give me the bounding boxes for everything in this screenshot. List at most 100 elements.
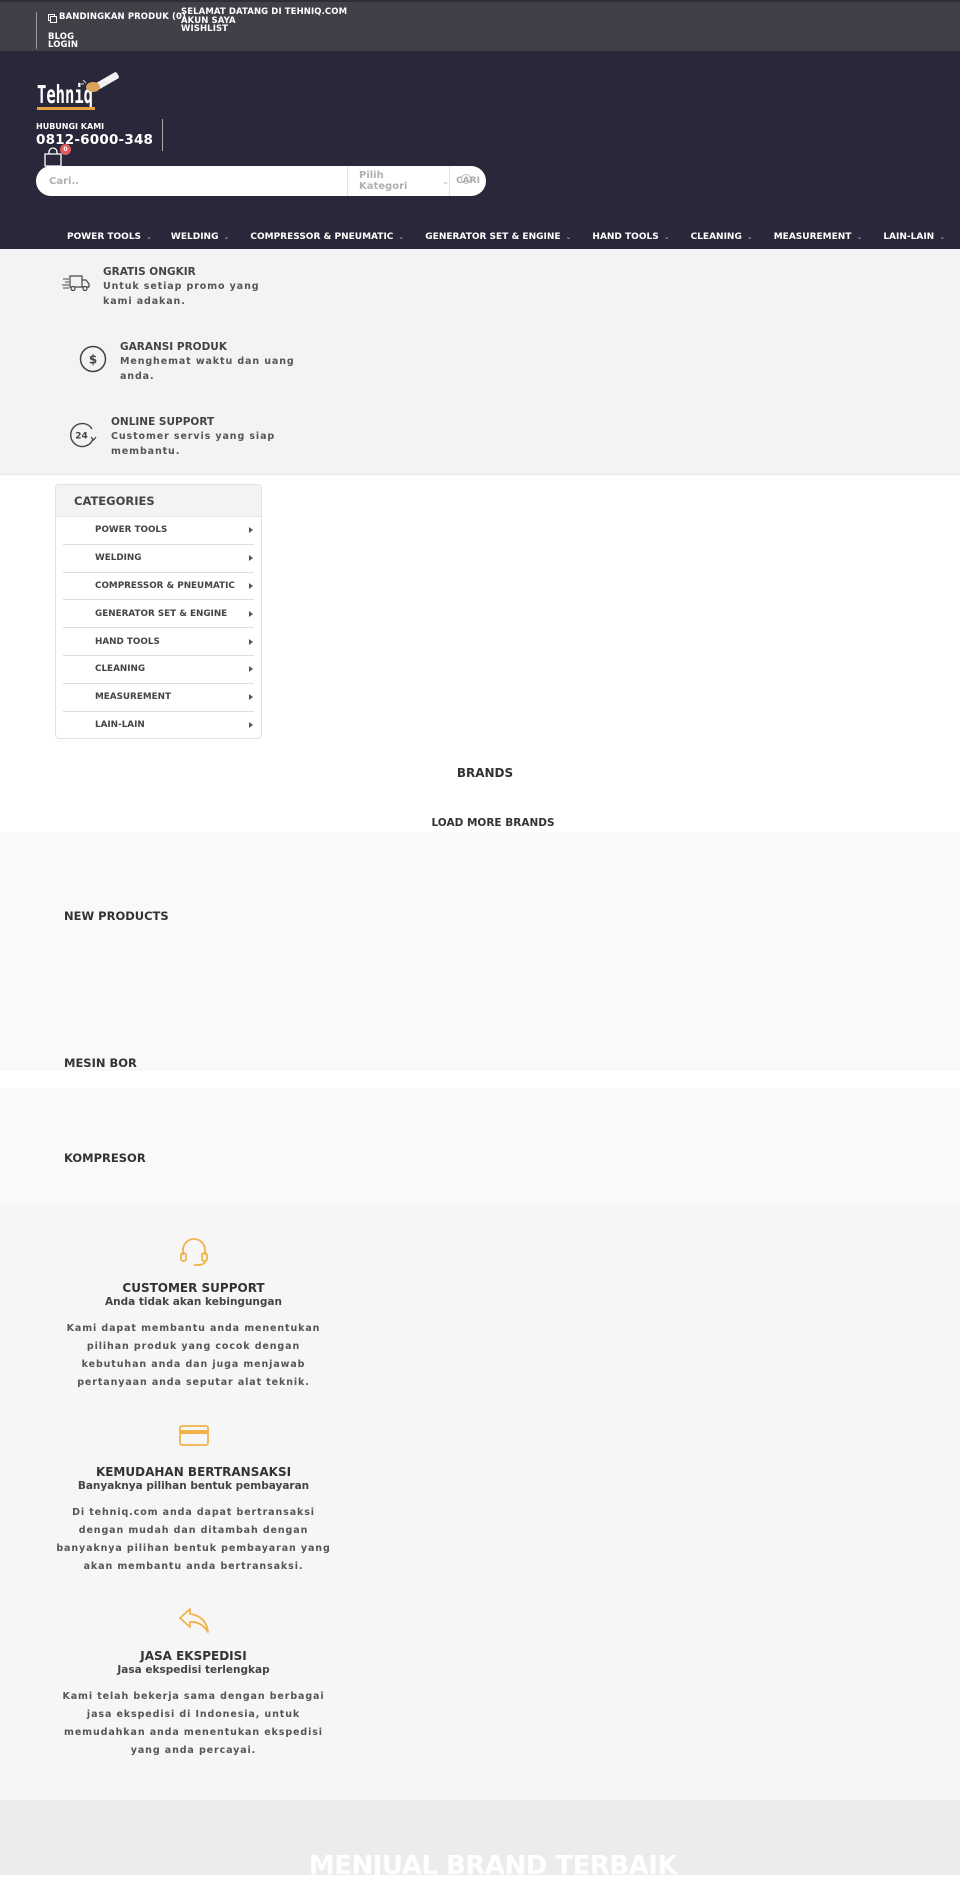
service-title: KEMUDAHAN BERTRANSAKSI — [95, 1465, 292, 1479]
caret-right-icon — [249, 610, 253, 617]
best-brands-banner: MENJUAL BRAND TERBAIK — [0, 1800, 960, 1881]
chevron-down-icon: ⌄ — [939, 232, 946, 241]
caret-right-icon — [249, 722, 253, 729]
svg-text:Tehniq: Tehniq — [37, 80, 93, 109]
nav-generator-engine[interactable]: GENERATOR SET & ENGINE ⌄ — [425, 232, 571, 242]
nav-label: CLEANING — [690, 231, 742, 242]
category-select[interactable]: Pilih Kategori ⌄ — [347, 166, 450, 196]
new-products-title: NEW PRODUCTS — [64, 909, 169, 923]
nav-power-tools[interactable]: POWER TOOLS ⌄ — [67, 232, 152, 242]
chevron-down-icon: ⌄ — [223, 232, 230, 241]
search-icon — [461, 174, 471, 184]
tehniq-logo[interactable]: Tehniq — [36, 70, 120, 114]
nav-welding[interactable]: WELDING ⌄ — [171, 232, 229, 242]
nav-compressor-pneumatic[interactable]: COMPRESSOR & PNEUMATIC ⌄ — [250, 232, 404, 242]
service-shipping: JASA EKSPEDISI Jasa ekspedisi terlengkap… — [52, 1603, 335, 1760]
feature-free-shipping: GRATIS ONGKIR Untuk setiap promo yang ka… — [103, 265, 288, 309]
nav-hand-tools[interactable]: HAND TOOLS ⌄ — [592, 232, 669, 242]
cart-count-badge: 0 — [60, 144, 71, 155]
category-item-lain-lain[interactable]: LAIN-LAIN — [63, 712, 254, 738]
svg-text:$: $ — [89, 353, 97, 367]
phone-number[interactable]: 0812-6000-348 — [36, 132, 153, 148]
kompresor-section — [0, 1088, 960, 1205]
feature-online-support: ONLINE SUPPORT Customer servis yang siap… — [111, 415, 296, 459]
header-divider — [162, 119, 163, 151]
category-label: CLEANING — [95, 664, 146, 675]
chevron-down-icon: ⌄ — [146, 232, 152, 241]
wishlist-link[interactable]: WISHLIST — [181, 25, 228, 34]
category-label: HAND TOOLS — [95, 636, 160, 647]
mesin-bor-title: MESIN BOR — [64, 1056, 137, 1070]
caret-right-icon — [249, 694, 253, 701]
caret-right-icon — [249, 666, 253, 673]
categories-panel: CATEGORIES POWER TOOLS WELDING COMPRESSO… — [55, 484, 262, 739]
top-bar-divider — [36, 12, 37, 49]
search-bar: Pilih Kategori ⌄ CARI — [36, 166, 486, 196]
service-title: JASA EKSPEDISI — [140, 1649, 247, 1663]
load-more-brands-button[interactable]: LOAD MORE BRANDS — [0, 817, 960, 829]
top-bar: BANDINGKAN PRODUK (0) BLOG LOGIN SELAMAT… — [0, 0, 960, 52]
chevron-down-icon: ⌄ — [565, 232, 572, 241]
category-item-measurement[interactable]: MEASUREMENT — [63, 684, 254, 712]
service-subtitle: Jasa ekspedisi terlengkap — [117, 1664, 270, 1676]
chevron-down-icon: ⌄ — [442, 176, 449, 186]
categories-title: CATEGORIES — [56, 485, 261, 517]
svg-text:24: 24 — [75, 432, 88, 442]
service-desc: Kami telah bekerja sama dengan berbagai … — [62, 1691, 325, 1756]
nav-label: LAIN-LAIN — [883, 231, 935, 242]
chevron-down-icon: ⌄ — [398, 232, 405, 241]
site-header: Tehniq HUBUNGI KAMI 0812-6000-348 0 Pili… — [0, 52, 960, 249]
category-item-compressor-pneumatic[interactable]: COMPRESSOR & PNEUMATIC — [63, 573, 254, 601]
category-item-generator-engine[interactable]: GENERATOR SET & ENGINE — [63, 600, 254, 629]
nav-label: POWER TOOLS — [67, 231, 142, 242]
service-subtitle: Banyaknya pilihan bentuk pembayaran — [77, 1480, 310, 1492]
service-subtitle: Anda tidak akan kebingungan — [105, 1296, 282, 1308]
chevron-down-icon: ⌄ — [663, 232, 670, 241]
feature-title: GARANSI PRODUK — [120, 341, 227, 353]
category-item-hand-tools[interactable]: HAND TOOLS — [63, 628, 254, 656]
features-band: GRATIS ONGKIR Untuk setiap promo yang ka… — [0, 249, 960, 475]
category-label: WELDING — [95, 553, 142, 564]
nav-label: MEASUREMENT — [773, 231, 852, 242]
service-title: CUSTOMER SUPPORT — [122, 1281, 265, 1295]
category-label: POWER TOOLS — [95, 525, 168, 536]
truck-icon — [62, 275, 90, 292]
service-desc: Di tehniq.com anda dapat bertransaksi de… — [56, 1507, 331, 1572]
24-hours-icon: 24 — [70, 422, 97, 448]
nav-measurement[interactable]: MEASUREMENT ⌄ — [774, 232, 863, 242]
chevron-down-icon: ⌄ — [856, 232, 863, 241]
nav-lain-lain[interactable]: LAIN-LAIN ⌄ — [883, 232, 945, 242]
headset-icon — [179, 1238, 208, 1266]
nav-cleaning[interactable]: CLEANING ⌄ — [691, 232, 753, 242]
feature-warranty: GARANSI PRODUK Menghemat waktu dan uang … — [120, 340, 305, 384]
category-select-label: Pilih Kategori — [359, 170, 408, 192]
caret-right-icon — [249, 638, 253, 645]
category-label: GENERATOR SET & ENGINE — [95, 608, 228, 619]
services-section: CUSTOMER SUPPORT Anda tidak akan kebingu… — [0, 1205, 960, 1800]
feature-title: ONLINE SUPPORT — [111, 416, 215, 428]
category-item-cleaning[interactable]: CLEANING — [63, 656, 254, 684]
banner-title: MENJUAL BRAND TERBAIK — [308, 1851, 678, 1881]
caret-right-icon — [249, 555, 253, 562]
brands-title: BRANDS — [456, 766, 514, 780]
compare-products-link[interactable]: BANDINGKAN PRODUK (0) — [48, 13, 186, 23]
dollar-circle-icon: $ — [79, 345, 107, 373]
reply-arrow-icon — [178, 1608, 209, 1633]
contact-label: HUBUNGI KAMI — [36, 122, 105, 131]
compare-icon — [48, 13, 57, 23]
nav-label: HAND TOOLS — [592, 231, 659, 242]
nav-label: WELDING — [170, 231, 219, 242]
feature-desc: Untuk setiap promo yang kami adakan. — [103, 281, 260, 307]
login-link[interactable]: LOGIN — [48, 41, 78, 50]
category-label: MEASUREMENT — [95, 692, 171, 703]
service-customer-support: CUSTOMER SUPPORT Anda tidak akan kebingu… — [52, 1235, 335, 1392]
category-item-power-tools[interactable]: POWER TOOLS — [63, 517, 254, 545]
feature-desc: Customer servis yang siap membantu. — [111, 431, 276, 457]
service-easy-transaction: KEMUDAHAN BERTRANSAKSI Banyaknya pilihan… — [52, 1419, 335, 1576]
search-button[interactable]: CARI — [450, 166, 486, 196]
category-label: COMPRESSOR & PNEUMATIC — [95, 580, 235, 591]
search-input[interactable] — [36, 166, 347, 196]
credit-card-icon — [178, 1425, 209, 1446]
main-nav: POWER TOOLS ⌄ WELDING ⌄ COMPRESSOR & PNEUM… — [0, 224, 960, 249]
category-item-welding[interactable]: WELDING — [63, 545, 254, 573]
